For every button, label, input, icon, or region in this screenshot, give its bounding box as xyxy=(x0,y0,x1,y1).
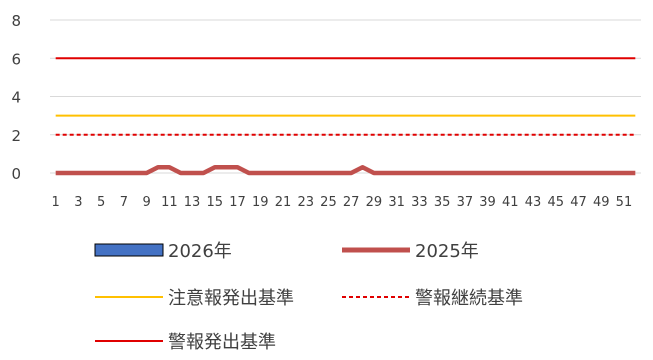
legend-item: 注意報発出基準 xyxy=(95,288,294,309)
x-axis-tick-labels: 1 3 5 7 9 11 13 15 17 19 21 23 25 27 29 31 33 35 37 39 41 43 4… xyxy=(52,195,633,210)
x-tick-label: 25 xyxy=(320,195,337,210)
x-tick-label: 43 xyxy=(525,195,542,210)
x-tick-label: 3 xyxy=(74,195,82,210)
series-lines xyxy=(55,57,636,176)
x-tick-label: 23 xyxy=(297,195,314,210)
legend-swatch xyxy=(94,243,164,257)
gridlines xyxy=(50,19,641,174)
y-axis-tick-labels: 0 2 4 6 8 xyxy=(11,12,21,183)
y-tick-label: 0 xyxy=(11,165,21,183)
x-tick-label: 37 xyxy=(457,195,474,210)
y-tick-label: 8 xyxy=(11,12,21,30)
x-tick-label: 11 xyxy=(161,195,178,210)
x-tick-label: 5 xyxy=(97,195,105,210)
x-tick-label: 9 xyxy=(142,195,150,210)
x-tick-label: 29 xyxy=(366,195,383,210)
legend-label: 警報発出基準 xyxy=(168,332,276,353)
y-tick-label: 2 xyxy=(11,127,21,145)
x-tick-label: 21 xyxy=(275,195,292,210)
x-tick-label: 13 xyxy=(184,195,201,210)
x-tick-label: 39 xyxy=(479,195,496,210)
y-tick-label: 4 xyxy=(11,89,21,107)
x-tick-label: 27 xyxy=(343,195,360,210)
legend-item: 2026年 xyxy=(94,241,232,262)
x-tick-label: 17 xyxy=(229,195,246,210)
legend-label: 2025年 xyxy=(415,241,479,262)
legend: 2026年 2025年注意報発出基準 警報継続基準警報発出基準 xyxy=(94,241,523,353)
legend-item: 2025年 xyxy=(342,241,479,262)
legend-label: 2026年 xyxy=(168,241,232,262)
line-chart: 02468 1 3 5 7 9 11 13 15 17 19 21 23 25 27 29 31 33 35 37 3… xyxy=(11,12,641,353)
x-tick-label: 47 xyxy=(570,195,587,210)
x-tick-label: 45 xyxy=(547,195,564,210)
legend-label: 注意報発出基準 xyxy=(168,288,294,309)
x-tick-label: 19 xyxy=(252,195,269,210)
x-tick-label: 49 xyxy=(593,195,610,210)
x-tick-label: 35 xyxy=(434,195,451,210)
x-tick-label: 7 xyxy=(120,195,128,210)
x-tick-label: 15 xyxy=(207,195,224,210)
legend-label: 警報継続基準 xyxy=(415,288,523,309)
y-tick-label: 6 xyxy=(11,50,21,68)
legend-item: 警報継続基準 xyxy=(342,288,523,309)
x-tick-label: 33 xyxy=(411,195,428,210)
x-tick-label: 51 xyxy=(616,195,633,210)
series-line xyxy=(55,165,636,176)
legend-item: 警報発出基準 xyxy=(95,332,276,353)
x-tick-label: 41 xyxy=(502,195,519,210)
x-tick-label: 1 xyxy=(52,195,60,210)
x-tick-label: 31 xyxy=(388,195,405,210)
